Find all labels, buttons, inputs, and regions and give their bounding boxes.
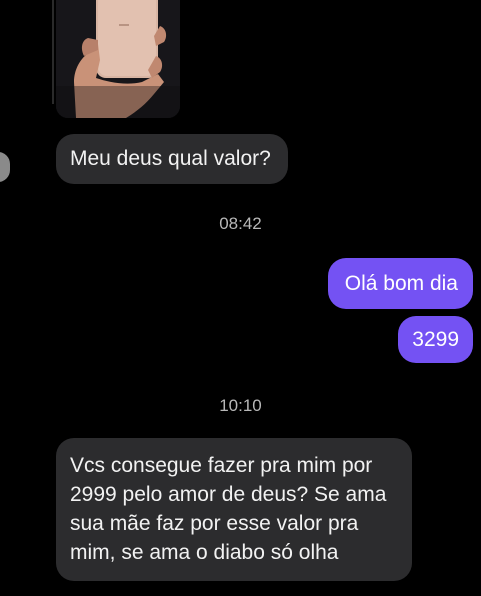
phone-in-hand-photo <box>56 0 180 118</box>
thread-line <box>52 0 54 104</box>
message-timestamp: 10:10 <box>219 396 262 415</box>
outgoing-message[interactable]: 3299 <box>398 316 473 363</box>
avatar <box>0 152 10 182</box>
incoming-message[interactable]: Vcs consegue fazer pra mim por 2999 pelo… <box>56 438 412 581</box>
message-timestamp: 08:42 <box>219 214 262 233</box>
chat-thread: Meu deus qual valor? 08:42 Olá bom dia 3… <box>0 0 481 596</box>
image-message-phone-photo[interactable] <box>56 0 180 118</box>
incoming-message[interactable]: Meu deus qual valor? <box>56 134 288 184</box>
outgoing-message[interactable]: Olá bom dia <box>327 258 473 309</box>
